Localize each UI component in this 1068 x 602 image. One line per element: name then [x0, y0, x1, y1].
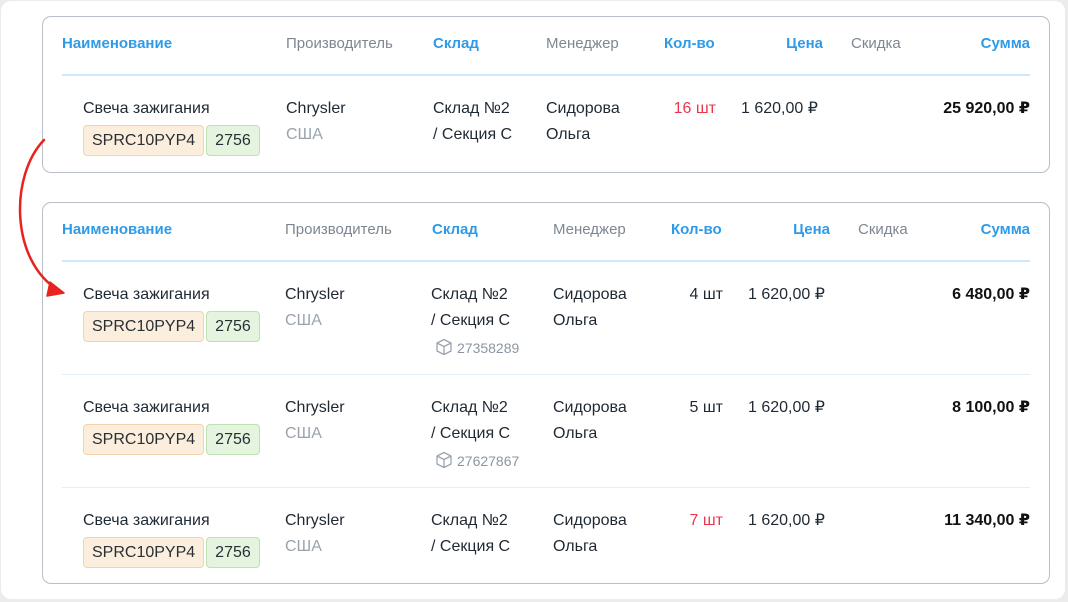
- col-header-sum[interactable]: Сумма: [981, 221, 1030, 239]
- warehouse-section: / Секция С: [431, 538, 511, 555]
- sum-cell: 11 340,00 ₽: [944, 512, 1030, 529]
- sum-cell: 6 480,00 ₽: [952, 286, 1030, 303]
- box-id: 27627867: [435, 451, 519, 470]
- sku-badge: SPRC10PYP4: [83, 125, 205, 156]
- col-header-warehouse[interactable]: Склад: [433, 35, 479, 53]
- warehouse-name: Склад №2: [431, 399, 508, 416]
- manufacturer-name: Chrysler: [285, 399, 345, 416]
- manufacturer-cell: Chrysler США: [285, 508, 345, 560]
- qty-cell: 16 шт: [673, 100, 716, 117]
- manufacturer-country: США: [285, 312, 322, 329]
- manager-surname: Сидорова: [553, 286, 627, 303]
- col-header-qty[interactable]: Кол-во: [671, 221, 722, 239]
- sku-badge: SPRC10PYP4: [83, 537, 205, 568]
- warehouse-name: Склад №2: [431, 286, 508, 303]
- manager-cell: Сидорова Ольга: [553, 282, 627, 334]
- table-row[interactable]: Свеча зажигания SPRC10PYP4 2756 Chrysler …: [43, 262, 1049, 375]
- manager-surname: Сидорова: [553, 399, 627, 416]
- product-name: Свеча зажигания: [83, 286, 210, 303]
- col-header-name[interactable]: Наименование: [62, 35, 172, 53]
- warehouse-cell: Склад №2 / Секция С: [431, 282, 510, 334]
- manager-firstname: Ольга: [553, 538, 598, 555]
- price-cell: 1 620,00 ₽: [748, 399, 825, 416]
- qty-cell: 7 шт: [689, 512, 723, 529]
- manufacturer-country: США: [285, 425, 322, 442]
- table-header: Наименование Производитель Склад Менедже…: [43, 203, 1049, 261]
- col-header-manager: Менеджер: [553, 221, 626, 238]
- box-id: 27358289: [435, 338, 519, 357]
- manufacturer-name: Chrysler: [285, 512, 345, 529]
- col-header-price[interactable]: Цена: [793, 221, 830, 239]
- manager-cell: Сидорова Ольга: [553, 508, 627, 560]
- table-row[interactable]: Свеча зажигания SPRC10PYP4 2756 Chrysler …: [43, 76, 1049, 189]
- product-name: Свеча зажигания: [83, 100, 210, 117]
- col-header-discount: Скидка: [851, 35, 901, 52]
- manufacturer-cell: Chrysler США: [286, 96, 346, 148]
- product-name: Свеча зажигания: [83, 512, 210, 529]
- manager-firstname: Ольга: [553, 425, 598, 442]
- table-row[interactable]: Свеча зажигания SPRC10PYP4 2756 Chrysler …: [43, 488, 1049, 601]
- warehouse-cell: Склад №2 / Секция С: [431, 508, 510, 560]
- code-badge: 2756: [206, 424, 260, 455]
- warehouse-cell: Склад №2 / Секция С: [433, 96, 512, 148]
- warehouse-name: Склад №2: [431, 512, 508, 529]
- code-badge: 2756: [206, 311, 260, 342]
- manager-surname: Сидорова: [553, 512, 627, 529]
- col-header-sum[interactable]: Сумма: [981, 35, 1030, 53]
- box-icon: [436, 451, 452, 469]
- manufacturer-name: Chrysler: [286, 100, 346, 117]
- product-codes: SPRC10PYP4 2756: [83, 125, 262, 156]
- manager-firstname: Ольга: [546, 126, 591, 143]
- manufacturer-country: США: [286, 126, 323, 143]
- manufacturer-cell: Chrysler США: [285, 282, 345, 334]
- qty-cell: 4 шт: [689, 286, 723, 303]
- col-header-warehouse[interactable]: Склад: [432, 221, 478, 239]
- price-cell: 1 620,00 ₽: [748, 512, 825, 529]
- col-header-price[interactable]: Цена: [786, 35, 823, 53]
- code-badge: 2756: [206, 537, 260, 568]
- price-cell: 1 620,00 ₽: [748, 286, 825, 303]
- box-icon: [436, 338, 452, 356]
- box-id-value: 27627867: [457, 453, 520, 469]
- warehouse-name: Склад №2: [433, 100, 510, 117]
- price-cell: 1 620,00 ₽: [741, 100, 818, 117]
- col-header-discount: Скидка: [858, 221, 908, 238]
- col-header-manufacturer: Производитель: [285, 221, 392, 238]
- qty-cell: 5 шт: [689, 399, 723, 416]
- sum-cell: 8 100,00 ₽: [952, 399, 1030, 416]
- sum-cell: 25 920,00 ₽: [943, 100, 1030, 117]
- table-row[interactable]: Свеча зажигания SPRC10PYP4 2756 Chrysler …: [43, 375, 1049, 488]
- sku-badge: SPRC10PYP4: [83, 424, 205, 455]
- order-table-original: Наименование Производитель Склад Менедже…: [42, 16, 1050, 173]
- manager-cell: Сидорова Ольга: [553, 395, 627, 447]
- warehouse-section: / Секция С: [433, 126, 513, 143]
- product-codes: SPRC10PYP4 2756: [83, 424, 262, 455]
- manager-cell: Сидорова Ольга: [546, 96, 620, 148]
- manufacturer-name: Chrysler: [285, 286, 345, 303]
- manager-surname: Сидорова: [546, 100, 620, 117]
- code-badge: 2756: [206, 125, 260, 156]
- product-name: Свеча зажигания: [83, 399, 210, 416]
- sku-badge: SPRC10PYP4: [83, 311, 205, 342]
- col-header-manager: Менеджер: [546, 35, 619, 52]
- warehouse-cell: Склад №2 / Секция С: [431, 395, 510, 447]
- product-codes: SPRC10PYP4 2756: [83, 537, 262, 568]
- manufacturer-cell: Chrysler США: [285, 395, 345, 447]
- product-codes: SPRC10PYP4 2756: [83, 311, 262, 342]
- col-header-manufacturer: Производитель: [286, 35, 393, 52]
- order-table-split: Наименование Производитель Склад Менедже…: [42, 202, 1050, 584]
- box-id-value: 27358289: [457, 340, 520, 356]
- manager-firstname: Ольга: [553, 312, 598, 329]
- warehouse-section: / Секция С: [431, 312, 511, 329]
- col-header-name[interactable]: Наименование: [62, 221, 172, 239]
- manufacturer-country: США: [285, 538, 322, 555]
- col-header-qty[interactable]: Кол-во: [664, 35, 715, 53]
- warehouse-section: / Секция С: [431, 425, 511, 442]
- table-header: Наименование Производитель Склад Менедже…: [43, 17, 1049, 75]
